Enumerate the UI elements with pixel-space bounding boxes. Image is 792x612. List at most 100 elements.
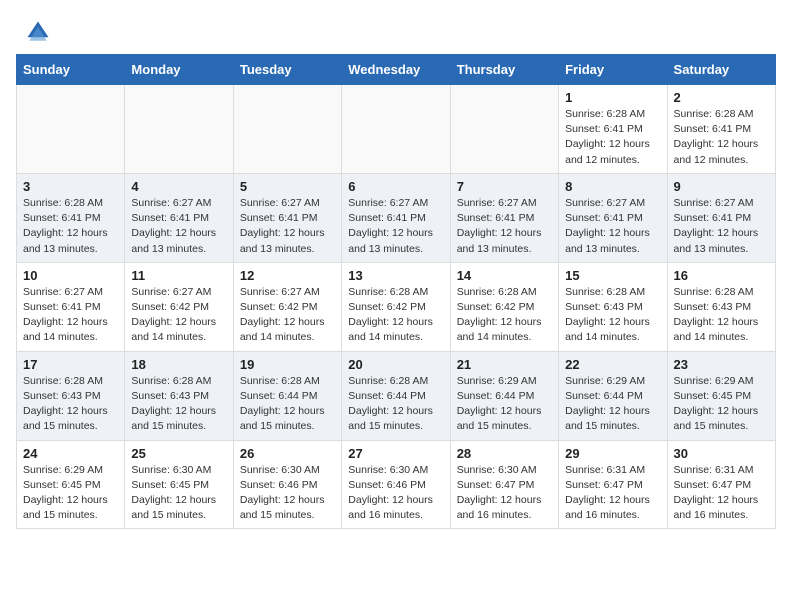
day-number: 22: [565, 357, 660, 372]
column-header-saturday: Saturday: [667, 55, 775, 85]
day-number: 23: [674, 357, 769, 372]
calendar-cell: 6 Sunrise: 6:27 AM Sunset: 6:41 PM Daylig…: [342, 173, 450, 262]
calendar-week-3: 10 Sunrise: 6:27 AM Sunset: 6:41 PM Dayli…: [17, 262, 776, 351]
day-number: 11: [131, 268, 226, 283]
calendar-cell: 12 Sunrise: 6:27 AM Sunset: 6:42 PM Dayli…: [233, 262, 341, 351]
day-number: 5: [240, 179, 335, 194]
calendar-cell: 4 Sunrise: 6:27 AM Sunset: 6:41 PM Daylig…: [125, 173, 233, 262]
day-number: 7: [457, 179, 552, 194]
day-detail: Sunrise: 6:30 AM Sunset: 6:46 PM Dayligh…: [348, 463, 443, 524]
day-number: 18: [131, 357, 226, 372]
day-detail: Sunrise: 6:27 AM Sunset: 6:42 PM Dayligh…: [131, 285, 226, 346]
day-detail: Sunrise: 6:27 AM Sunset: 6:41 PM Dayligh…: [348, 196, 443, 257]
day-detail: Sunrise: 6:28 AM Sunset: 6:41 PM Dayligh…: [674, 107, 769, 168]
calendar-cell: 8 Sunrise: 6:27 AM Sunset: 6:41 PM Daylig…: [559, 173, 667, 262]
calendar-cell: 23Sunrise: 6:29 AM Sunset: 6:45 PM Dayli…: [667, 351, 775, 440]
calendar-cell: 11 Sunrise: 6:27 AM Sunset: 6:42 PM Dayli…: [125, 262, 233, 351]
calendar-cell: 7 Sunrise: 6:27 AM Sunset: 6:41 PM Daylig…: [450, 173, 558, 262]
calendar-week-5: 24Sunrise: 6:29 AM Sunset: 6:45 PM Dayli…: [17, 440, 776, 529]
day-detail: Sunrise: 6:27 AM Sunset: 6:41 PM Dayligh…: [565, 196, 660, 257]
day-detail: Sunrise: 6:27 AM Sunset: 6:42 PM Dayligh…: [240, 285, 335, 346]
day-detail: Sunrise: 6:28 AM Sunset: 6:43 PM Dayligh…: [131, 374, 226, 435]
calendar-header: SundayMondayTuesdayWednesdayThursdayFrid…: [17, 55, 776, 85]
calendar-cell: 18 Sunrise: 6:28 AM Sunset: 6:43 PM Dayli…: [125, 351, 233, 440]
day-number: 10: [23, 268, 118, 283]
day-number: 13: [348, 268, 443, 283]
calendar-cell: 27 Sunrise: 6:30 AM Sunset: 6:46 PM Dayli…: [342, 440, 450, 529]
day-number: 12: [240, 268, 335, 283]
day-detail: Sunrise: 6:30 AM Sunset: 6:45 PM Dayligh…: [131, 463, 226, 524]
header-row: SundayMondayTuesdayWednesdayThursdayFrid…: [17, 55, 776, 85]
column-header-friday: Friday: [559, 55, 667, 85]
day-detail: Sunrise: 6:29 AM Sunset: 6:44 PM Dayligh…: [565, 374, 660, 435]
calendar-cell: 24Sunrise: 6:29 AM Sunset: 6:45 PM Dayli…: [17, 440, 125, 529]
day-detail: Sunrise: 6:29 AM Sunset: 6:44 PM Dayligh…: [457, 374, 552, 435]
day-detail: Sunrise: 6:28 AM Sunset: 6:43 PM Dayligh…: [674, 285, 769, 346]
day-detail: Sunrise: 6:28 AM Sunset: 6:42 PM Dayligh…: [348, 285, 443, 346]
day-number: 17: [23, 357, 118, 372]
calendar-cell: 30 Sunrise: 6:31 AM Sunset: 6:47 PM Dayli…: [667, 440, 775, 529]
day-number: 26: [240, 446, 335, 461]
calendar-cell: [342, 85, 450, 174]
column-header-tuesday: Tuesday: [233, 55, 341, 85]
day-detail: Sunrise: 6:28 AM Sunset: 6:43 PM Dayligh…: [23, 374, 118, 435]
column-header-sunday: Sunday: [17, 55, 125, 85]
day-number: 15: [565, 268, 660, 283]
calendar-cell: 9 Sunrise: 6:27 AM Sunset: 6:41 PM Daylig…: [667, 173, 775, 262]
column-header-wednesday: Wednesday: [342, 55, 450, 85]
day-number: 19: [240, 357, 335, 372]
day-detail: Sunrise: 6:28 AM Sunset: 6:42 PM Dayligh…: [457, 285, 552, 346]
calendar-cell: [125, 85, 233, 174]
day-number: 3: [23, 179, 118, 194]
day-number: 27: [348, 446, 443, 461]
day-detail: Sunrise: 6:28 AM Sunset: 6:44 PM Dayligh…: [240, 374, 335, 435]
calendar-cell: 15 Sunrise: 6:28 AM Sunset: 6:43 PM Dayli…: [559, 262, 667, 351]
day-number: 9: [674, 179, 769, 194]
day-detail: Sunrise: 6:28 AM Sunset: 6:44 PM Dayligh…: [348, 374, 443, 435]
day-detail: Sunrise: 6:27 AM Sunset: 6:41 PM Dayligh…: [23, 285, 118, 346]
logo: [24, 18, 56, 46]
day-detail: Sunrise: 6:27 AM Sunset: 6:41 PM Dayligh…: [131, 196, 226, 257]
calendar-week-4: 17 Sunrise: 6:28 AM Sunset: 6:43 PM Dayli…: [17, 351, 776, 440]
calendar-cell: 1Sunrise: 6:28 AM Sunset: 6:41 PM Daylig…: [559, 85, 667, 174]
day-number: 30: [674, 446, 769, 461]
day-detail: Sunrise: 6:27 AM Sunset: 6:41 PM Dayligh…: [240, 196, 335, 257]
calendar-cell: 16 Sunrise: 6:28 AM Sunset: 6:43 PM Dayli…: [667, 262, 775, 351]
logo-icon: [24, 18, 52, 46]
calendar-cell: 2Sunrise: 6:28 AM Sunset: 6:41 PM Daylig…: [667, 85, 775, 174]
day-detail: Sunrise: 6:31 AM Sunset: 6:47 PM Dayligh…: [674, 463, 769, 524]
calendar-table: SundayMondayTuesdayWednesdayThursdayFrid…: [16, 54, 776, 529]
calendar-cell: 28 Sunrise: 6:30 AM Sunset: 6:47 PM Dayli…: [450, 440, 558, 529]
calendar-cell: 19 Sunrise: 6:28 AM Sunset: 6:44 PM Dayli…: [233, 351, 341, 440]
calendar-cell: 17 Sunrise: 6:28 AM Sunset: 6:43 PM Dayli…: [17, 351, 125, 440]
column-header-thursday: Thursday: [450, 55, 558, 85]
day-detail: Sunrise: 6:28 AM Sunset: 6:41 PM Dayligh…: [565, 107, 660, 168]
day-detail: Sunrise: 6:30 AM Sunset: 6:47 PM Dayligh…: [457, 463, 552, 524]
day-number: 21: [457, 357, 552, 372]
calendar-body: 1Sunrise: 6:28 AM Sunset: 6:41 PM Daylig…: [17, 85, 776, 529]
day-number: 24: [23, 446, 118, 461]
day-number: 14: [457, 268, 552, 283]
day-number: 6: [348, 179, 443, 194]
calendar-container: SundayMondayTuesdayWednesdayThursdayFrid…: [0, 54, 792, 537]
calendar-cell: 29Sunrise: 6:31 AM Sunset: 6:47 PM Dayli…: [559, 440, 667, 529]
calendar-cell: [233, 85, 341, 174]
day-number: 16: [674, 268, 769, 283]
calendar-cell: 22 Sunrise: 6:29 AM Sunset: 6:44 PM Dayli…: [559, 351, 667, 440]
calendar-cell: 21 Sunrise: 6:29 AM Sunset: 6:44 PM Dayli…: [450, 351, 558, 440]
column-header-monday: Monday: [125, 55, 233, 85]
calendar-cell: 5 Sunrise: 6:27 AM Sunset: 6:41 PM Daylig…: [233, 173, 341, 262]
day-detail: Sunrise: 6:27 AM Sunset: 6:41 PM Dayligh…: [457, 196, 552, 257]
calendar-cell: 14 Sunrise: 6:28 AM Sunset: 6:42 PM Dayli…: [450, 262, 558, 351]
calendar-week-2: 3 Sunrise: 6:28 AM Sunset: 6:41 PM Daylig…: [17, 173, 776, 262]
day-number: 4: [131, 179, 226, 194]
calendar-cell: [450, 85, 558, 174]
day-number: 8: [565, 179, 660, 194]
day-detail: Sunrise: 6:28 AM Sunset: 6:43 PM Dayligh…: [565, 285, 660, 346]
day-number: 28: [457, 446, 552, 461]
day-detail: Sunrise: 6:30 AM Sunset: 6:46 PM Dayligh…: [240, 463, 335, 524]
calendar-week-1: 1Sunrise: 6:28 AM Sunset: 6:41 PM Daylig…: [17, 85, 776, 174]
calendar-cell: 3 Sunrise: 6:28 AM Sunset: 6:41 PM Daylig…: [17, 173, 125, 262]
day-detail: Sunrise: 6:27 AM Sunset: 6:41 PM Dayligh…: [674, 196, 769, 257]
day-detail: Sunrise: 6:28 AM Sunset: 6:41 PM Dayligh…: [23, 196, 118, 257]
